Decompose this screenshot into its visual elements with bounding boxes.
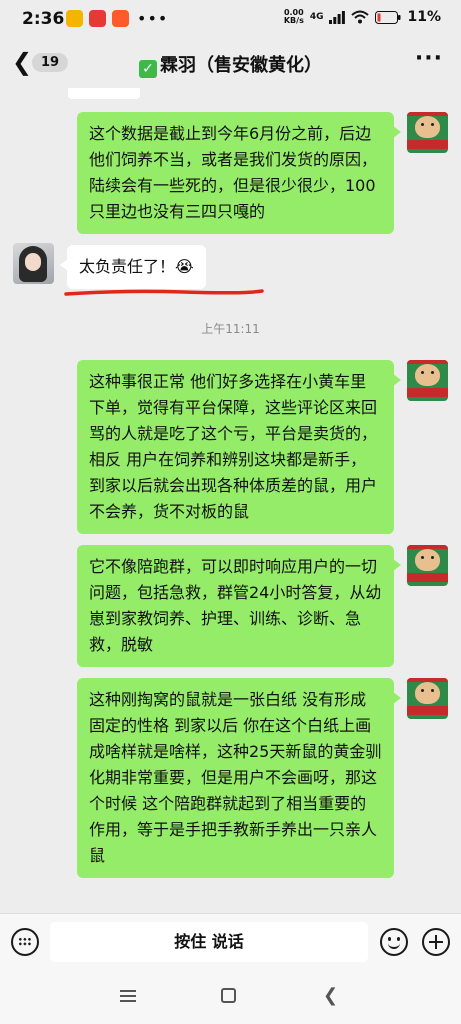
message-bubble-mine[interactable]: 这种事很正常 他们好多选择在小黄车里下单，觉得有平台保障，这些评论区来回骂的人就…: [77, 360, 401, 534]
message-bubble-mine[interactable]: 这个数据是截止到今年6月份之前，后边他们饲养不当，或者是我们发货的原因，陆续会有…: [77, 112, 401, 234]
status-time: 2:36: [22, 9, 65, 29]
message-bubble-mine[interactable]: 它不像陪跑群，可以即时响应用户的一切问题，包括急救，群管24小时答复，从幼崽到家…: [77, 545, 401, 667]
network-type: 4G: [309, 12, 324, 22]
keyboard-icon[interactable]: [11, 928, 39, 956]
emoji-icon[interactable]: [380, 928, 408, 956]
battery-percent: 11%: [407, 9, 441, 25]
more-dots-icon[interactable]: ···: [415, 46, 443, 71]
input-bar: 按住 说话: [0, 913, 461, 971]
message-bubble-mine[interactable]: 这种刚掏窝的鼠就是一张白纸 没有形成固定的性格 到家以后 你在这个白纸上画成啥样…: [77, 678, 401, 878]
more-notifications-icon: •••: [137, 9, 169, 28]
home-icon[interactable]: [221, 988, 236, 1003]
shopping-app-icon: [89, 10, 106, 27]
my-avatar[interactable]: [407, 545, 448, 586]
chat-title-text: 霖羽（售安徽黄化）: [160, 55, 322, 76]
message-bubble-other[interactable]: 太负责任了！😭: [60, 245, 206, 289]
notification-icons: •••: [66, 10, 168, 27]
signal-icon: [329, 10, 346, 24]
red-annotation-underline: [64, 289, 264, 296]
chat-title: ✓ 霖羽（售安徽黄化）: [0, 51, 461, 78]
net-speed: 0.00 KB/s: [283, 8, 304, 25]
message-list[interactable]: 这个数据是截止到今年6月份之前，后边他们饲养不当，或者是我们发货的原因，陆续会有…: [0, 88, 461, 913]
wifi-icon: [351, 10, 370, 24]
back-icon[interactable]: ❮: [323, 987, 338, 1005]
battery-icon: [375, 10, 401, 24]
check-mark-icon: ✓: [139, 60, 157, 78]
gallery-app-icon: [66, 10, 83, 27]
status-right: 0.00 KB/s 4G 11%: [283, 8, 441, 26]
recent-apps-icon[interactable]: [120, 990, 136, 1002]
chat-header: ❮ 19 ✓ 霖羽（售安徽黄化） ···: [0, 40, 461, 88]
plus-icon[interactable]: [422, 928, 450, 956]
hold-to-talk-button[interactable]: 按住 说话: [50, 922, 368, 962]
my-avatar[interactable]: [407, 360, 448, 401]
status-bar: 2:36 ••• 0.00 KB/s 4G 11%: [0, 0, 461, 40]
system-nav-bar: ❮: [0, 970, 461, 1024]
my-avatar[interactable]: [407, 678, 448, 719]
contact-avatar[interactable]: [13, 243, 54, 284]
previous-message-fragment: [68, 88, 140, 99]
message-timestamp: 上午11:11: [201, 322, 260, 336]
my-avatar[interactable]: [407, 112, 448, 153]
video-app-icon: [112, 10, 129, 27]
